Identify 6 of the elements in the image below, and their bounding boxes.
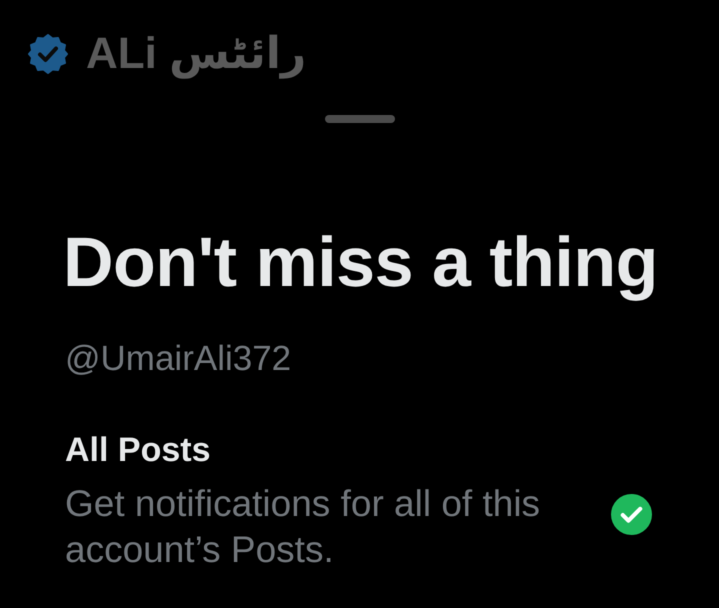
profile-name: ALi رائٹس <box>86 30 306 78</box>
option-title: All Posts <box>65 430 210 471</box>
drag-handle[interactable] <box>324 115 394 123</box>
account-handle: @UmairAli372 <box>65 338 292 380</box>
check-circle-icon[interactable] <box>611 494 652 535</box>
option-description: Get notifications for all of this account’s Posts. <box>65 482 542 572</box>
